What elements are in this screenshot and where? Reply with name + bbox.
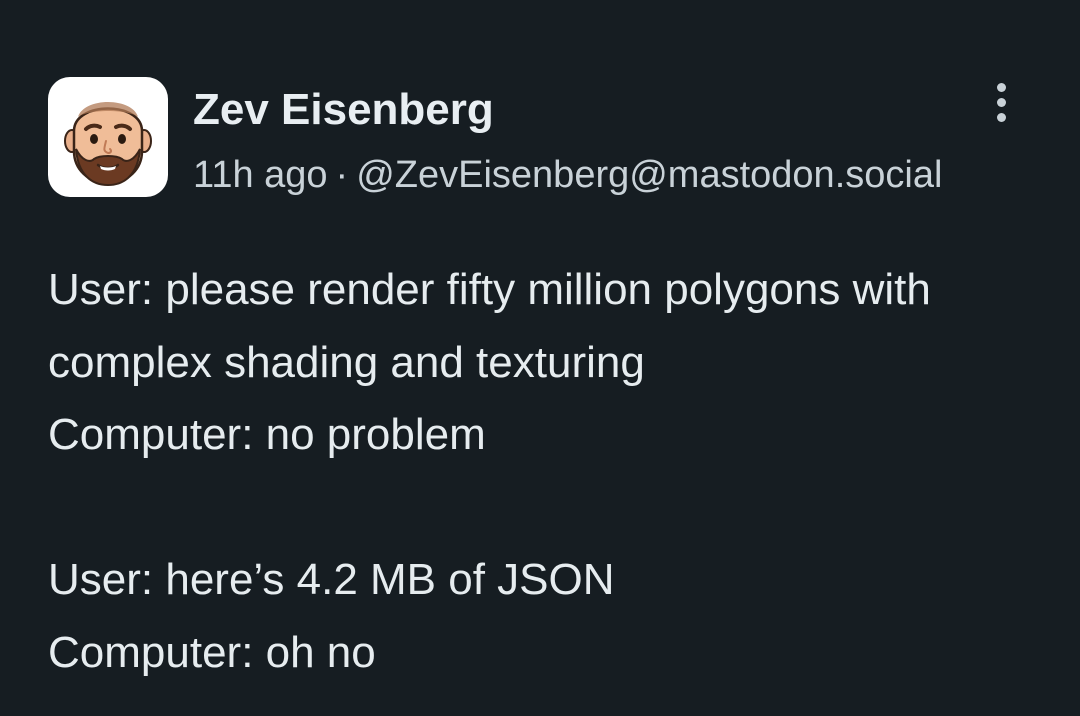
author-avatar[interactable]: [48, 77, 168, 197]
content-line: Computer: no problem: [48, 410, 486, 459]
content-line: User: here’s 4.2 MB of JSON: [48, 555, 615, 604]
post-meta: 11h ago · @ZevEisenberg@mastodon.social: [193, 152, 942, 198]
content-line: complex shading and texturing: [48, 337, 645, 387]
meta-separator: ·: [335, 154, 349, 196]
content-line: User: please render fifty million polygo…: [48, 265, 931, 314]
content-blank-line: [48, 472, 1058, 545]
more-options-button[interactable]: [982, 80, 1022, 126]
author-handle[interactable]: @ZevEisenberg@mastodon.social: [356, 154, 942, 196]
author-display-name[interactable]: Zev Eisenberg: [193, 84, 494, 136]
bitmoji-avatar-icon: [64, 102, 152, 187]
post-card: Zev Eisenberg 11h ago · @ZevEisenberg@mast…: [0, 0, 1080, 716]
post-content: User: please render fifty million polygo…: [48, 254, 1058, 689]
content-line: Computer: oh no: [48, 627, 376, 677]
post-timestamp[interactable]: 11h ago: [193, 154, 328, 196]
